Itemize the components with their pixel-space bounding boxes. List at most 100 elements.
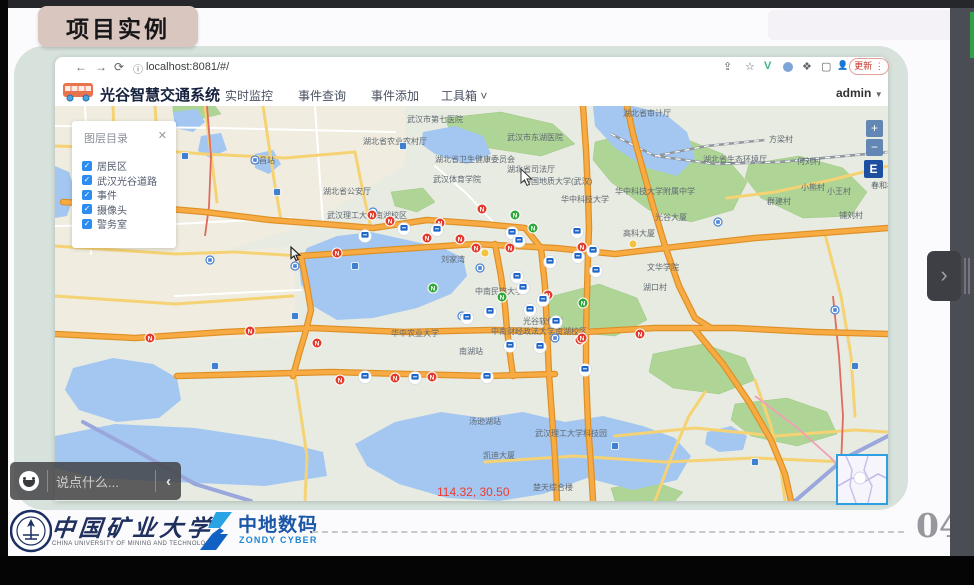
map-zoom-in-button[interactable]: + bbox=[866, 120, 883, 137]
event-marker-green-label: N bbox=[581, 300, 586, 307]
map-label: 武汉市东湖医院 bbox=[507, 132, 563, 142]
map-label: 湖口村 bbox=[643, 282, 667, 292]
layer-label: 居民区 bbox=[97, 158, 127, 173]
map-label: 湖北省司法厅 bbox=[507, 164, 555, 174]
road-number-badge bbox=[274, 189, 281, 196]
station-icon-core bbox=[553, 336, 557, 340]
chrome-update-button[interactable]: 更新 ⋮ bbox=[849, 58, 889, 75]
layer-row-0[interactable]: ✓ 居民区 bbox=[82, 159, 127, 172]
coords-readout: 114.32, 30.50 bbox=[437, 485, 510, 499]
checkbox-checked-icon[interactable]: ✓ bbox=[82, 190, 92, 200]
scrollbar[interactable] bbox=[964, 258, 966, 294]
map-label: 楚天综合楼 bbox=[533, 482, 573, 492]
map-label: 湖北省审计厅 bbox=[623, 108, 671, 118]
share-icon[interactable]: ⇪ bbox=[723, 60, 732, 73]
event-marker-red-label: N bbox=[338, 377, 343, 384]
map-label: 南湖站 bbox=[459, 346, 483, 356]
map-extra-button[interactable]: E bbox=[864, 160, 883, 178]
event-marker-green-label: N bbox=[513, 212, 518, 219]
menu-dots-icon: ⋮ bbox=[875, 61, 884, 71]
map-viewport[interactable]: 武昌站湖北省农业农村厅武汉市第七医院湖北省司法厅湖北省审计厅湖北省生态环境厅武汉… bbox=[55, 106, 888, 501]
zondy-logo bbox=[198, 510, 234, 552]
map-label: 小熊村 bbox=[801, 182, 825, 192]
map-label: 光谷大厦 bbox=[655, 212, 687, 222]
map-label: 群建村 bbox=[767, 196, 791, 206]
cumt-emblem-logo bbox=[10, 509, 52, 553]
extensions-puzzle-icon[interactable]: ❖ bbox=[802, 60, 812, 73]
station-icon-core bbox=[253, 158, 257, 162]
event-marker-red-label: N bbox=[474, 245, 479, 252]
layer-row-4[interactable]: ✓ 警务室 bbox=[82, 217, 127, 230]
layer-panel: 图层目录 ✕ ✓居民区✓武汉光谷道路✓事件✓摄像头✓警务室 bbox=[72, 121, 176, 248]
checkbox-checked-icon[interactable]: ✓ bbox=[82, 204, 92, 214]
address-bar-url[interactable]: localhost:8081/#/ bbox=[146, 61, 229, 73]
layer-row-2[interactable]: ✓事件 bbox=[82, 188, 117, 201]
map-label: 武汉体育学院 bbox=[433, 174, 481, 184]
nav-item-2[interactable]: 事件添加 bbox=[371, 87, 419, 104]
station-icon-core bbox=[293, 264, 297, 268]
university-caption: CHINA UNIVERSITY OF MINING AND TECHNOLOG… bbox=[52, 541, 215, 547]
map-label: 汤逊湖站 bbox=[469, 416, 501, 426]
event-marker-red-label: N bbox=[370, 212, 375, 219]
map-label: 何刘村 bbox=[797, 156, 821, 166]
station-icon-core bbox=[716, 220, 720, 224]
vue-devtools-icon[interactable]: V bbox=[764, 60, 771, 72]
divider bbox=[47, 470, 48, 492]
emoji-icon[interactable] bbox=[19, 471, 39, 491]
chevron-down-icon: ▼ bbox=[875, 90, 883, 99]
extension-circle-icon[interactable] bbox=[783, 62, 793, 72]
map-label: 湖北省公安厅 bbox=[323, 186, 371, 196]
bookmark-star-icon[interactable]: ☆ bbox=[745, 60, 755, 73]
map-zoom-out-button[interactable]: − bbox=[866, 139, 883, 156]
layer-label: 武汉光谷道路 bbox=[97, 173, 157, 188]
sidebar-expand-tab[interactable]: › bbox=[927, 251, 961, 301]
chat-collapse-arrow[interactable]: ‹ bbox=[166, 473, 171, 490]
map-label: 铺刘村 bbox=[839, 210, 863, 220]
side-panel-icon[interactable]: ▢ bbox=[821, 60, 831, 73]
chat-input[interactable]: 说点什么... bbox=[56, 472, 147, 491]
event-marker-yellow[interactable] bbox=[481, 249, 489, 257]
nav-item-0[interactable]: 实时监控 bbox=[225, 87, 273, 104]
map-label: 武汉市第七医院 bbox=[407, 114, 463, 124]
layer-label: 警务室 bbox=[97, 216, 127, 231]
university-name: 中国矿业大学 bbox=[50, 509, 216, 543]
map-label: 刘家湾 bbox=[441, 254, 465, 264]
overview-minimap[interactable] bbox=[836, 454, 888, 505]
app-title: 光谷智慧交通系统 bbox=[100, 84, 220, 105]
layer-row-1[interactable]: ✓ 武汉光谷道路 bbox=[82, 174, 157, 187]
event-marker-green-label: N bbox=[531, 225, 536, 232]
checkbox-checked-icon[interactable]: ✓ bbox=[82, 219, 92, 229]
profile-icon[interactable]: 👤 bbox=[837, 60, 848, 71]
map-label: 湖北省农业农村厅 bbox=[363, 136, 427, 146]
nav-item-3[interactable]: 工具箱 ˅ bbox=[441, 87, 487, 104]
site-info-icon[interactable]: ⓘ bbox=[133, 61, 143, 76]
minimap-canvas bbox=[838, 456, 886, 503]
checkbox-checked-icon[interactable]: ✓ bbox=[82, 175, 92, 185]
browser-reload-icon[interactable]: ⟳ bbox=[114, 60, 124, 74]
user-menu-admin[interactable]: admin ▼ bbox=[836, 86, 883, 100]
event-marker-yellow[interactable] bbox=[629, 240, 637, 248]
map-label: 中国地质大学(武汉) bbox=[523, 176, 593, 186]
map-canvas[interactable]: 武昌站湖北省农业农村厅武汉市第七医院湖北省司法厅湖北省审计厅湖北省生态环境厅武汉… bbox=[55, 106, 888, 501]
road-number-badge bbox=[752, 459, 759, 466]
chat-bar: 说点什么... ‹ bbox=[10, 462, 181, 500]
checkbox-checked-icon[interactable]: ✓ bbox=[82, 161, 92, 171]
close-icon[interactable]: ✕ bbox=[158, 129, 167, 142]
nav-item-1[interactable]: 事件查询 bbox=[298, 87, 346, 104]
map-label: 华中农业大学 bbox=[391, 328, 439, 338]
scrollbar[interactable] bbox=[968, 258, 970, 294]
event-marker-red-label: N bbox=[388, 218, 393, 225]
map-label: 春和村 bbox=[871, 180, 888, 190]
browser-forward-icon[interactable]: → bbox=[95, 60, 107, 74]
browser-back-icon[interactable]: ← bbox=[75, 60, 87, 74]
event-marker-red-label: N bbox=[315, 340, 320, 347]
event-marker-red-label: N bbox=[458, 236, 463, 243]
divider bbox=[155, 470, 156, 492]
layer-label: 摄像头 bbox=[97, 202, 127, 217]
event-marker-red-label: N bbox=[148, 335, 153, 342]
map-label: 高科大厦 bbox=[623, 228, 655, 238]
road-number-badge bbox=[612, 443, 619, 450]
layer-row-3[interactable]: ✓ 摄像头 bbox=[82, 203, 127, 216]
bus-logo-icon bbox=[62, 81, 94, 103]
station-icon-core bbox=[478, 266, 482, 270]
